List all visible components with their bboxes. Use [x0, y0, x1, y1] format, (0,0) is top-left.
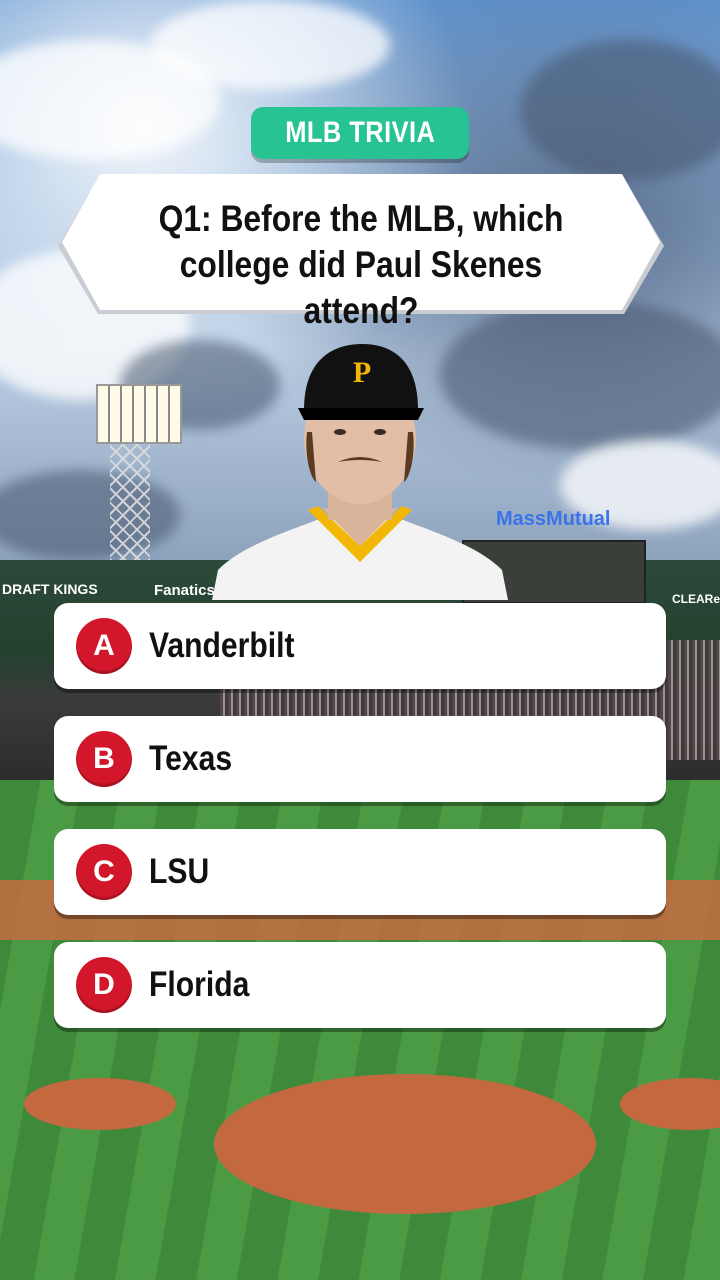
answer-option-d[interactable]: D Florida	[54, 942, 666, 1028]
answer-letter-badge: C	[76, 844, 132, 900]
cloud	[150, 0, 390, 90]
question-card: Q1: Before the MLB, which college did Pa…	[54, 174, 668, 331]
svg-text:P: P	[353, 356, 371, 389]
title-text: MLB TRIVIA	[284, 116, 436, 149]
answer-option-a[interactable]: A Vanderbilt	[54, 603, 666, 689]
answer-option-c[interactable]: C LSU	[54, 829, 666, 915]
sponsor-fanatics: Fanatics	[154, 582, 215, 599]
title-badge: MLB TRIVIA	[251, 107, 469, 159]
sponsor-clearesult: CLEAResult	[672, 592, 720, 606]
dirt-circle	[24, 1078, 176, 1130]
answer-text: Florida	[149, 965, 250, 1004]
stadium-lights	[96, 384, 182, 444]
answer-text: Texas	[149, 739, 233, 778]
question-text: Q1: Before the MLB, which college did Pa…	[158, 198, 564, 331]
answer-letter-badge: B	[76, 731, 132, 787]
player-photo: P	[212, 344, 508, 600]
answer-text: Vanderbilt	[149, 626, 295, 665]
answer-letter-badge: D	[76, 957, 132, 1013]
answer-option-b[interactable]: B Texas	[54, 716, 666, 802]
sponsor-massmutual: MassMutual	[496, 508, 611, 530]
answer-letter-badge: A	[76, 618, 132, 674]
answer-text: LSU	[149, 852, 210, 891]
home-plate-area	[214, 1074, 596, 1214]
sponsor-draftkings: DRAFT KINGS	[2, 581, 98, 597]
